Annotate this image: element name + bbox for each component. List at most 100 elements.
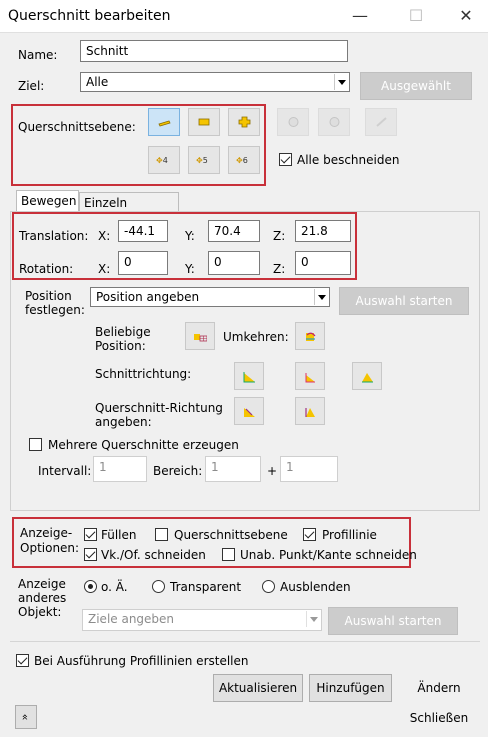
- anzeige-anderes-label-line2: anderes: [18, 591, 67, 605]
- intervall-label: Intervall:: [38, 464, 92, 478]
- plane-option-3-button[interactable]: [365, 108, 397, 136]
- bereich-bis-input[interactable]: 1: [280, 456, 338, 482]
- translation-x-label: X:: [98, 229, 111, 243]
- minimize-button[interactable]: —: [340, 4, 380, 28]
- fuellen-label: Füllen: [101, 528, 137, 542]
- umkehren-button[interactable]: [295, 322, 325, 350]
- schnittrichtung-y-button[interactable]: [295, 362, 325, 390]
- profillinien-erstellen-label: Bei Ausführung Profillinien erstellen: [34, 654, 249, 668]
- objekt-auswahl-starten-button[interactable]: Auswahl starten: [328, 607, 458, 635]
- plane-6-icon: ✥6: [236, 156, 248, 165]
- beliebige-position-button[interactable]: [185, 322, 215, 350]
- plane-option-2-button[interactable]: [318, 108, 350, 136]
- ausgewaehlt-button[interactable]: Ausgewählt: [360, 72, 472, 100]
- tab-bewegen[interactable]: Bewegen: [16, 190, 79, 212]
- querschnitt-richtung-2-button[interactable]: [295, 397, 325, 425]
- plane-5-button[interactable]: ✥5: [188, 146, 220, 174]
- rotate-plane-icon: [288, 117, 299, 127]
- schnittrichtung-x-button[interactable]: [234, 362, 264, 390]
- aendern-button[interactable]: Ändern: [398, 674, 480, 702]
- section-direction-2-icon: [305, 408, 315, 417]
- chevron-down-icon: [306, 611, 319, 627]
- querschnitt-richtung-label-line1: Querschnitt-Richtung: [95, 401, 223, 415]
- collapse-button[interactable]: »: [15, 705, 37, 729]
- transparent-radio[interactable]: [152, 580, 165, 593]
- position-label-line1: Position: [25, 289, 72, 303]
- close-button[interactable]: ✕: [446, 4, 486, 28]
- rotation-label: Rotation:: [19, 262, 74, 276]
- position-select[interactable]: Position angeben: [90, 287, 330, 307]
- unab-label: Unab. Punkt/Kante schneiden: [240, 548, 417, 562]
- vk-of-checkbox[interactable]: [84, 548, 97, 561]
- querschnitt-richtung-1-button[interactable]: [234, 397, 264, 425]
- schliessen-button[interactable]: Schließen: [398, 704, 480, 732]
- section-direction-1-icon: [244, 408, 255, 417]
- ziel-select[interactable]: Alle: [80, 72, 350, 92]
- querschnittsebene-label: Querschnittsebene:: [18, 120, 136, 134]
- translation-z-input[interactable]: 21.8: [295, 220, 351, 242]
- ziel-label: Ziel:: [18, 79, 45, 93]
- translation-y-input[interactable]: 70.4: [208, 220, 260, 242]
- rotation-x-label: X:: [98, 262, 111, 276]
- divider: [10, 641, 480, 642]
- beliebige-position-label-line2: Position:: [95, 339, 146, 353]
- rotation-y-label: Y:: [185, 262, 195, 276]
- aktualisieren-button[interactable]: Aktualisieren: [213, 674, 303, 702]
- profillinie-checkbox[interactable]: [303, 528, 316, 541]
- cut-plane-icon: [329, 117, 340, 127]
- reverse-icon: [306, 332, 316, 341]
- ziele-select[interactable]: Ziele angeben: [82, 609, 322, 631]
- plane-4-button[interactable]: ✥4: [148, 146, 180, 174]
- oae-label: o. Ä.: [101, 580, 128, 594]
- link-plane-icon: [376, 117, 387, 127]
- name-input[interactable]: Schnitt: [80, 40, 348, 62]
- plane-z-button[interactable]: [228, 108, 260, 136]
- beliebige-position-label-line1: Beliebige: [95, 325, 151, 339]
- position-label-line2: festlegen:: [25, 303, 85, 317]
- anzeige-optionen-label-line1: Anzeige-: [20, 526, 73, 540]
- profillinie-label: Profillinie: [322, 528, 377, 542]
- ziel-value: Alle: [86, 75, 109, 89]
- unab-checkbox[interactable]: [222, 548, 235, 561]
- window-title: Querschnitt bearbeiten: [8, 8, 171, 24]
- plane-6-button[interactable]: ✥6: [228, 146, 260, 174]
- anzeige-anderes-label-line1: Anzeige: [18, 577, 66, 591]
- intervall-input[interactable]: 1: [93, 456, 147, 482]
- querschnittsebene-checkbox[interactable]: [155, 528, 168, 541]
- direction-x-icon: [243, 372, 255, 383]
- direction-z-icon: [362, 373, 373, 383]
- mehrere-querschnitte-checkbox[interactable]: [29, 438, 42, 451]
- chevron-down-icon: [334, 74, 347, 90]
- translation-x-input[interactable]: -44.1: [118, 220, 168, 242]
- fuellen-checkbox[interactable]: [84, 528, 97, 541]
- rotation-z-input[interactable]: 0: [295, 251, 351, 275]
- translation-z-label: Z:: [273, 229, 286, 243]
- plus-label: +: [267, 464, 278, 478]
- profillinien-erstellen-checkbox[interactable]: [16, 654, 29, 667]
- plane-z-icon: [238, 116, 251, 128]
- schnittrichtung-z-button[interactable]: [352, 362, 382, 390]
- rotation-x-input[interactable]: 0: [118, 251, 168, 275]
- plane-x-button[interactable]: [148, 108, 180, 136]
- anzeige-anderes-label-line3: Objekt:: [18, 605, 62, 619]
- plane-x-icon: [158, 120, 171, 127]
- rotation-y-input[interactable]: 0: [208, 251, 260, 275]
- mehrere-querschnitte-label: Mehrere Querschnitte erzeugen: [48, 438, 239, 452]
- grid-position-icon: [194, 334, 207, 342]
- direction-y-icon: [305, 373, 315, 383]
- alle-beschneiden-checkbox[interactable]: [279, 153, 292, 166]
- ausblenden-radio[interactable]: [262, 580, 275, 593]
- plane-y-button[interactable]: [188, 108, 220, 136]
- maximize-button[interactable]: ☐: [396, 4, 436, 28]
- oae-radio[interactable]: [84, 580, 97, 593]
- translation-y-label: Y:: [185, 229, 195, 243]
- hinzufuegen-button[interactable]: Hinzufügen: [309, 674, 392, 702]
- plane-option-1-button[interactable]: [277, 108, 309, 136]
- rotation-z-label: Z:: [273, 262, 286, 276]
- position-auswahl-starten-button[interactable]: Auswahl starten: [339, 287, 469, 315]
- plane-y-icon: [198, 118, 210, 126]
- name-label: Name:: [18, 48, 58, 62]
- bereich-von-input[interactable]: 1: [205, 456, 261, 482]
- ziele-value: Ziele angeben: [88, 612, 175, 626]
- schnittrichtung-label: Schnittrichtung:: [95, 367, 192, 381]
